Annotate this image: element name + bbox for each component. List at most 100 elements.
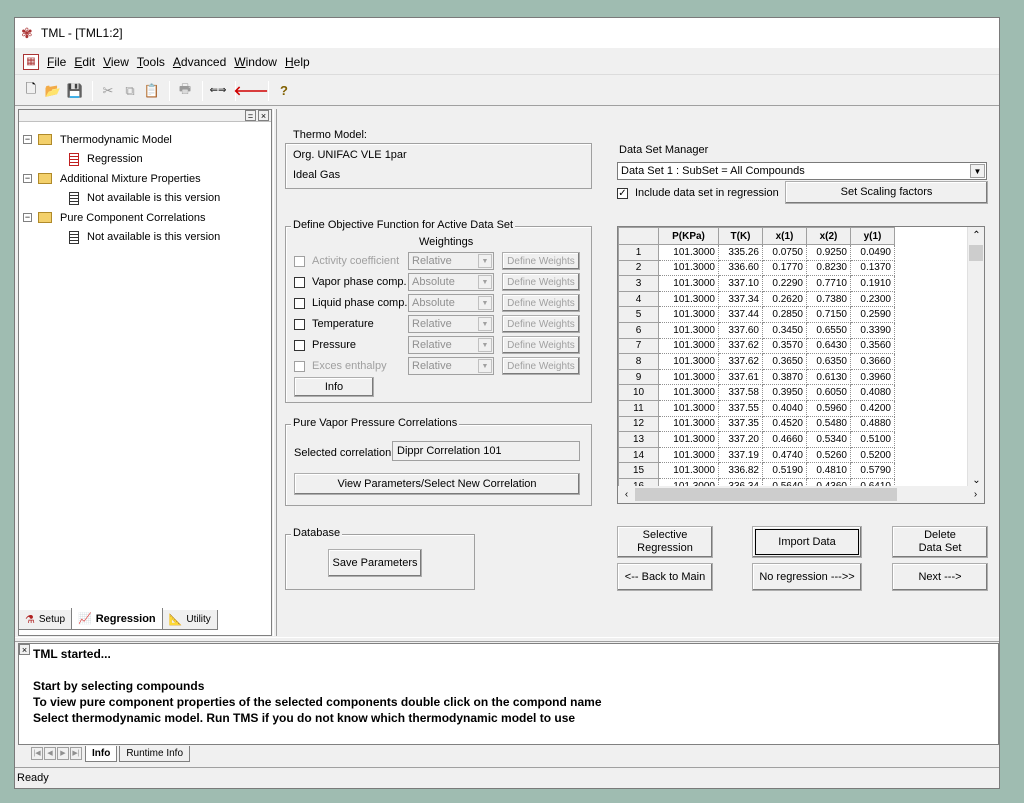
row-header[interactable]: 1: [618, 244, 659, 261]
table-cell[interactable]: 0.5340: [806, 431, 851, 448]
table-cell[interactable]: 101.3000: [658, 306, 719, 323]
next-button[interactable]: Next --->: [892, 563, 988, 591]
table-cell[interactable]: 336.60: [718, 260, 763, 277]
table-cell[interactable]: 0.6350: [806, 353, 851, 370]
table-cell[interactable]: 0.4880: [850, 416, 895, 433]
table-cell[interactable]: 0.4740: [762, 447, 807, 464]
help-icon[interactable]: ?: [274, 81, 294, 101]
pane-splitter[interactable]: [273, 109, 277, 636]
table-cell[interactable]: 335.26: [718, 244, 763, 261]
table-cell[interactable]: 0.7380: [806, 291, 851, 308]
checkbox-box[interactable]: [294, 318, 305, 330]
table-cell[interactable]: 0.3650: [762, 353, 807, 370]
first-tab-icon[interactable]: |◀: [31, 747, 43, 760]
table-cell[interactable]: 101.3000: [658, 291, 719, 308]
row-header[interactable]: 4: [618, 290, 659, 308]
tree-node-pure-component-correlations[interactable]: − Pure Component Correlations: [23, 208, 263, 228]
row-header[interactable]: 9: [618, 368, 659, 386]
column-header[interactable]: x(2): [806, 227, 851, 245]
horizontal-scrollbar[interactable]: ‹ ›: [618, 486, 984, 503]
dock-icon[interactable]: =: [245, 110, 256, 121]
table-cell[interactable]: 0.4040: [762, 400, 807, 417]
tree-node-regression[interactable]: Regression: [23, 150, 263, 170]
table-cell[interactable]: 0.4660: [762, 431, 807, 448]
table-cell[interactable]: 0.9250: [806, 244, 851, 261]
table-row[interactable]: 2 101.3000 336.60 0.1770 0.8230 0.1370: [618, 259, 895, 277]
table-cell[interactable]: 337.19: [718, 447, 763, 464]
table-cell[interactable]: 0.4080: [850, 384, 895, 401]
table-cell[interactable]: 337.34: [718, 291, 763, 308]
table-cell[interactable]: 0.3950: [762, 384, 807, 401]
menu-item-tools[interactable]: Tools: [133, 55, 169, 69]
tab-runtime-info[interactable]: Runtime Info: [119, 745, 191, 762]
row-header[interactable]: 7: [618, 337, 659, 355]
prev-tab-icon[interactable]: ◀: [44, 747, 56, 760]
table-row[interactable]: 1 101.3000 335.26 0.0750 0.9250 0.0490: [618, 244, 895, 261]
table-row[interactable]: 3 101.3000 337.10 0.2290 0.7710 0.1910: [618, 275, 895, 292]
vertical-scrollbar[interactable]: ⌃ ⌄: [967, 227, 984, 489]
table-cell[interactable]: 0.2620: [762, 291, 807, 308]
tree-node-not-available[interactable]: Not available is this version: [23, 228, 263, 248]
define-weights-button[interactable]: Define Weights: [502, 336, 580, 354]
collapse-icon[interactable]: −: [23, 135, 32, 145]
table-cell[interactable]: 0.5200: [850, 447, 895, 464]
define-weights-button[interactable]: Define Weights: [502, 315, 580, 333]
tab-setup[interactable]: ⚗ Setup: [18, 610, 73, 630]
copy-icon[interactable]: ⧉: [120, 81, 140, 101]
define-weights-button[interactable]: Define Weights: [502, 357, 580, 375]
row-header[interactable]: 12: [618, 415, 659, 433]
table-cell[interactable]: 0.5480: [806, 416, 851, 433]
close-icon[interactable]: ×: [258, 110, 269, 121]
table-cell[interactable]: 101.3000: [658, 369, 719, 386]
row-header[interactable]: 15: [618, 462, 659, 479]
save-parameters-button[interactable]: Save Parameters: [328, 549, 422, 577]
table-cell[interactable]: 0.5190: [762, 462, 807, 479]
table-cell[interactable]: 337.10: [718, 275, 763, 292]
table-cell[interactable]: 0.1370: [850, 260, 895, 277]
menu-item-help[interactable]: Help: [281, 55, 314, 69]
table-row[interactable]: 14 101.3000 337.19 0.4740 0.5260 0.5200: [618, 446, 895, 464]
chevron-down-icon[interactable]: ▼: [478, 296, 492, 310]
menu-item-edit[interactable]: Edit: [70, 55, 99, 69]
table-cell[interactable]: 0.6430: [806, 338, 851, 355]
checkbox-box[interactable]: ✓: [617, 187, 628, 199]
table-cell[interactable]: 0.7710: [806, 275, 851, 292]
column-header[interactable]: P(KPa): [658, 227, 719, 245]
table-cell[interactable]: 337.35: [718, 416, 763, 433]
table-cell[interactable]: 337.61: [718, 369, 763, 386]
checkbox-box[interactable]: [294, 276, 305, 288]
tab-utility[interactable]: 📐 Utility: [161, 610, 218, 630]
column-header[interactable]: x(1): [762, 227, 807, 245]
cut-icon[interactable]: ✂: [98, 81, 118, 101]
table-cell[interactable]: 101.3000: [658, 447, 719, 464]
table-cell[interactable]: 101.3000: [658, 400, 719, 417]
info-button[interactable]: Info: [294, 377, 374, 397]
save-icon[interactable]: 💾: [65, 81, 85, 101]
objective-checkbox-temperature[interactable]: Temperature: [294, 315, 374, 333]
row-header[interactable]: 11: [618, 399, 659, 417]
scroll-right-icon[interactable]: ›: [967, 486, 984, 503]
table-cell[interactable]: 0.0490: [850, 244, 895, 261]
include-data-set-checkbox[interactable]: ✓ Include data set in regression: [617, 184, 779, 202]
table-cell[interactable]: 337.62: [718, 353, 763, 370]
table-cell[interactable]: 0.4200: [850, 400, 895, 417]
back-to-main-button[interactable]: <-- Back to Main: [617, 563, 713, 591]
table-cell[interactable]: 101.3000: [658, 338, 719, 355]
table-row[interactable]: 11 101.3000 337.55 0.4040 0.5960 0.4200: [618, 399, 895, 417]
table-row[interactable]: 9 101.3000 337.61 0.3870 0.6130 0.3960: [618, 368, 895, 386]
table-cell[interactable]: 0.6550: [806, 322, 851, 339]
table-cell[interactable]: 101.3000: [658, 353, 719, 370]
last-tab-icon[interactable]: ▶|: [70, 747, 82, 760]
row-header[interactable]: 13: [618, 431, 659, 448]
table-row[interactable]: 15 101.3000 336.82 0.5190 0.4810 0.5790: [618, 462, 895, 479]
chevron-down-icon[interactable]: ▼: [478, 359, 492, 373]
table-cell[interactable]: 101.3000: [658, 260, 719, 277]
table-cell[interactable]: 337.60: [718, 322, 763, 339]
table-cell[interactable]: 0.5260: [806, 447, 851, 464]
table-row[interactable]: 10 101.3000 337.58 0.3950 0.6050 0.4080: [618, 384, 895, 401]
table-cell[interactable]: 337.55: [718, 400, 763, 417]
objective-checkbox-liquid-phase-comp[interactable]: Liquid phase comp.: [294, 294, 407, 312]
scroll-left-icon[interactable]: ‹: [618, 486, 635, 503]
table-row[interactable]: 8 101.3000 337.62 0.3650 0.6350 0.3660: [618, 353, 895, 370]
tab-info[interactable]: Info: [85, 745, 118, 762]
